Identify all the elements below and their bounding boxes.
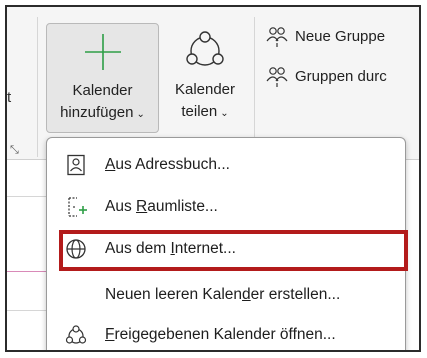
menu-item-label: Aus dem Internet... [105,240,236,258]
ribbon-separator [254,17,255,155]
label-rest: aumliste... [147,198,218,215]
browse-groups-label: Gruppen durc [295,67,387,85]
calendar-row-line [7,271,47,272]
room-list-icon [68,197,87,217]
share-calendar-label-line2: teilen ⌄ [165,103,245,120]
group-dialog-launcher-icon[interactable]: ⤡ [10,144,22,156]
menu-item-from-room-list[interactable]: Aus Raumliste... [47,186,405,228]
chevron-down-icon: ⌄ [220,108,229,119]
add-calendar-dropdown-menu: Aus Adressbuch... Aus Raumliste... Aus d… [46,137,406,350]
previous-group-label-fragment: t [7,89,12,106]
label-prefix: Neuen leeren Kalen [105,286,243,303]
share-calendar-label-line1: Kalender [174,81,236,98]
browse-groups-button[interactable]: Gruppen durc [265,63,387,89]
menu-item-label: Aus Raumliste... [105,198,218,216]
access-key: A [105,156,116,173]
menu-item-label: Aus Adressbuch... [105,156,230,174]
menu-item-from-address-book[interactable]: Aus Adressbuch... [47,144,405,186]
people-group-icon [266,67,288,87]
label-prefix: Aus [105,198,137,215]
label-prefix: Aus dem [105,240,171,257]
access-key: R [136,198,148,215]
shared-calendar-icon [65,325,87,344]
menu-item-from-internet[interactable]: Aus dem Internet... [47,228,405,270]
menu-item-new-blank-calendar[interactable]: Neuen leeren Kalender erstellen... [47,274,405,316]
add-calendar-label-text: hinzufügen [60,104,134,121]
globe-icon [66,239,86,259]
menu-item-label: Neuen leeren Kalender erstellen... [105,286,340,304]
divider [7,196,47,197]
menu-item-open-shared-calendar[interactable]: Freigegebenen Kalender öffnen... [47,314,405,350]
address-book-icon [67,154,85,176]
people-group-icon [266,27,288,47]
ribbon-separator [37,17,38,157]
add-calendar-label-line1: Kalender [72,82,133,99]
label-rest: nternet... [174,240,236,257]
share-calendar-label-text: teilen [181,103,218,120]
label-rest: reigegebenen Kalender öffnen... [114,326,336,343]
new-group-label: Neue Gruppe [295,27,386,45]
label-rest: us Adressbuch... [115,156,230,173]
access-key: d [242,286,251,303]
new-group-button[interactable]: Neue Gruppe [265,23,385,49]
plus-icon [85,34,121,70]
label-rest: er erstellen... [250,286,341,303]
divider [7,310,47,311]
chevron-down-icon: ⌄ [136,109,145,120]
share-calendar-button[interactable]: Kalender teilen ⌄ [165,23,245,133]
add-calendar-button[interactable]: Kalender hinzufügen ⌄ [46,23,159,133]
screenshot-frame: t ⤡ Kalender hinzufügen ⌄ Kalender teilen… [5,5,421,352]
share-icon [186,31,224,66]
menu-item-label: Freigegebenen Kalender öffnen... [105,326,336,344]
add-calendar-label-line2: hinzufügen ⌄ [47,104,158,121]
